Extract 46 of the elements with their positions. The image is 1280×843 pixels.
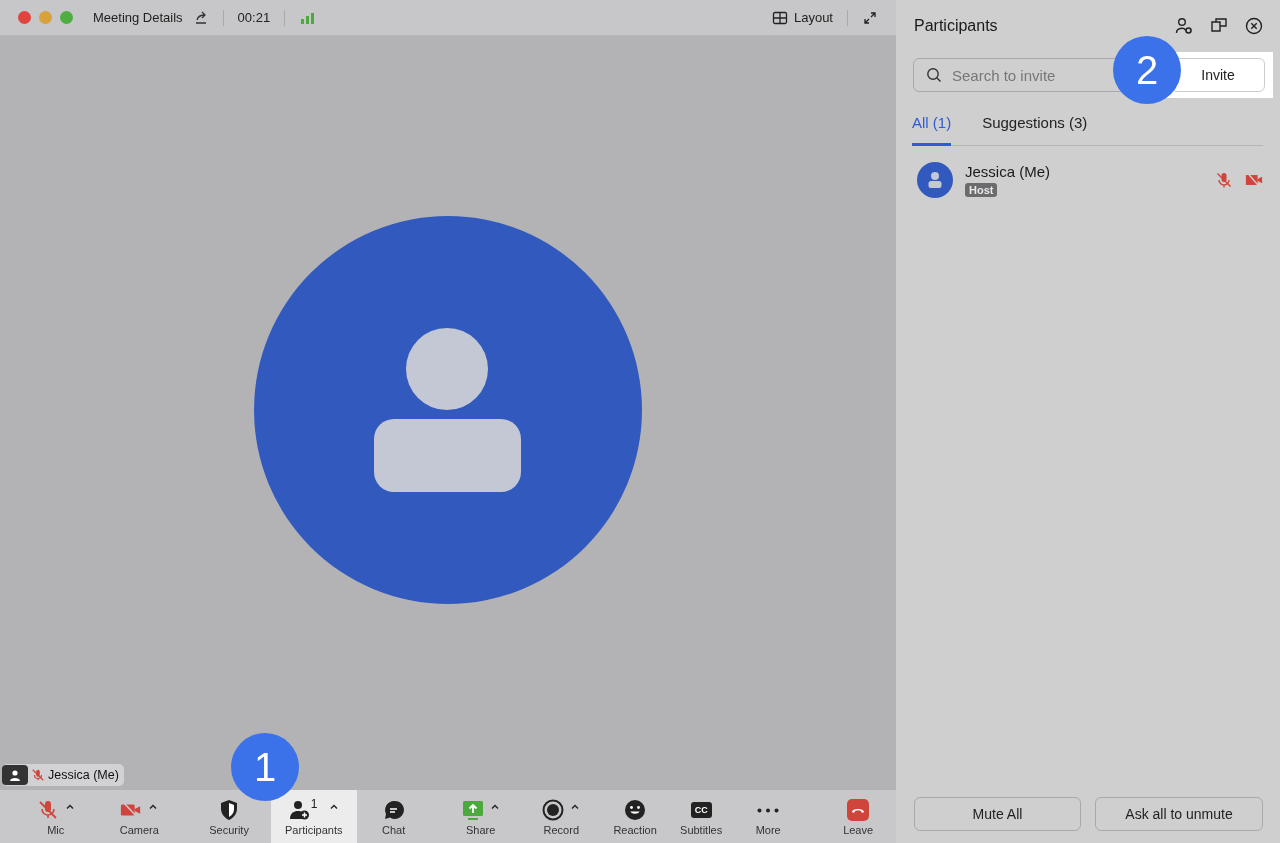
camera-button[interactable]: Camera [97, 790, 182, 843]
chat-bubble-icon [382, 799, 405, 821]
panel-button[interactable]: Mute All [914, 797, 1081, 831]
captions-icon: CC [690, 802, 712, 818]
participant-name: Jessica (Me) [965, 163, 1050, 180]
mic-icon[interactable] [1215, 171, 1233, 189]
mic-icon [36, 799, 59, 821]
panel-title: Participants [914, 17, 998, 35]
close-window-button[interactable] [18, 11, 31, 24]
participant-count: 1 [310, 797, 318, 811]
add-person-icon [288, 799, 311, 821]
share-button[interactable]: Share [442, 790, 519, 843]
participants-tab[interactable]: Suggestions (3) [982, 106, 1088, 146]
meeting-title[interactable]: Meeting Details [93, 10, 183, 25]
meeting-timer: 00:21 [237, 10, 271, 25]
subtitles-button[interactable]: CC Subtitles [666, 790, 737, 843]
search-icon [926, 67, 942, 83]
close-icon[interactable] [1245, 17, 1263, 35]
participants-tab[interactable]: All (1) [912, 106, 952, 146]
grid-icon [771, 9, 788, 26]
caret-icon[interactable] [148, 802, 159, 812]
panel-button[interactable]: Ask all to unmute [1095, 797, 1263, 831]
person-settings-icon[interactable] [1175, 17, 1193, 35]
caret-icon[interactable] [64, 802, 75, 812]
caret-icon[interactable] [570, 802, 581, 812]
reaction-button[interactable]: Reaction [604, 790, 667, 843]
avatar-icon [917, 162, 953, 198]
caret-icon[interactable] [489, 802, 500, 812]
chat-button[interactable]: Chat [364, 790, 423, 843]
record-icon [542, 799, 565, 821]
share-screen-icon [461, 799, 484, 821]
person-icon [9, 769, 21, 781]
hang-up-icon [847, 799, 870, 821]
more-dots-icon [757, 807, 780, 813]
host-badge: Host [965, 183, 998, 197]
pop-out-icon[interactable] [1210, 17, 1228, 35]
leave-button[interactable]: Leave [820, 790, 896, 843]
smiley-icon [624, 799, 647, 821]
fullscreen-icon[interactable] [862, 9, 878, 26]
participants-button[interactable]: 1 Participants [271, 790, 357, 843]
caret-icon[interactable] [328, 802, 339, 812]
layout-button[interactable]: Layout [771, 9, 833, 26]
participant-name: Jessica (Me) [48, 768, 119, 782]
mic-button[interactable]: Mic [14, 790, 98, 843]
more-button[interactable]: More [736, 790, 801, 843]
record-button[interactable]: Record [518, 790, 605, 843]
